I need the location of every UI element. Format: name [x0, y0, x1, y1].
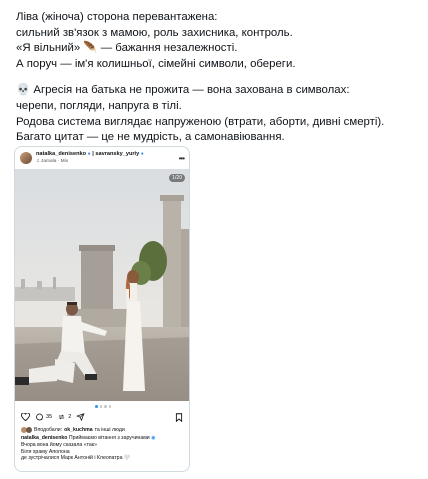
username-separator: | [92, 151, 94, 157]
carousel-dot [104, 405, 107, 408]
caption-username[interactable]: natalka_denisenko [21, 435, 67, 441]
text-line: А поруч — ім'я колишньої, сімейні символ… [16, 57, 296, 70]
post-caption: natalka_denisenko Приймаємо вітання з за… [21, 435, 187, 462]
verified-icon: ● [87, 151, 91, 157]
paragraph-1: Ліва (жіноча) сторона перевантажена: сил… [16, 10, 416, 72]
liked-by-prefix: Вподобали: [34, 427, 63, 433]
save-action[interactable] [175, 412, 183, 422]
post-photo[interactable]: 1/20 [15, 169, 189, 401]
comment-action[interactable]: 35 [35, 413, 52, 421]
liked-by-suffix: та інші люди [94, 427, 125, 433]
photo-illustration [15, 169, 189, 401]
text-line: Багато цитат — це не мудрість, а самонав… [16, 131, 285, 144]
text-line: «Я вільний» 🪶 — бажання незалежності. [16, 42, 238, 55]
send-icon[interactable] [76, 413, 85, 421]
like-action[interactable] [21, 413, 30, 421]
caption-first-line: natalka_denisenko Приймаємо вітання з за… [21, 435, 187, 442]
share-action[interactable] [76, 413, 85, 421]
embed-header: natalka_denisenko ● | savransky_yuriy ● … [15, 147, 189, 169]
liked-by: Вподобали: ok_kuchma та інші люди [21, 427, 125, 433]
text-line: 💀 Агресія на батька не прожита — вона за… [16, 84, 350, 97]
author-line: natalka_denisenko ● | savransky_yuriy ● [36, 151, 144, 158]
repost-count: 2 [68, 414, 72, 420]
verified-icon: ● [140, 151, 144, 157]
text-line: Родова система виглядає напруженою (втра… [16, 115, 385, 128]
instagram-embed[interactable]: natalka_denisenko ● | savransky_yuriy ● … [14, 146, 190, 472]
carousel-dots [15, 405, 189, 408]
heart-icon[interactable] [21, 413, 30, 421]
text-line: сильний зв'язок з мамою, роль захисника,… [16, 26, 293, 39]
liker-avatar [26, 427, 32, 433]
author-names: natalka_denisenko ● | savransky_yuriy ● … [36, 151, 144, 165]
avatar[interactable] [20, 152, 32, 164]
paragraph-2: 💀 Агресія на батька не прожита — вона за… [16, 83, 416, 145]
liked-by-user[interactable]: ok_kuchma [64, 427, 93, 433]
caption-text: Приймаємо вітання з заручинами [68, 435, 150, 441]
repost-icon[interactable] [57, 413, 66, 421]
globe-icon: ◉ [151, 435, 156, 441]
caption-line: Вчора вона йому сказала «так» [21, 441, 97, 448]
comment-icon[interactable] [35, 413, 44, 421]
carousel-dot [95, 405, 98, 408]
comment-count: 35 [46, 414, 53, 420]
carousel-dot [99, 405, 102, 408]
carousel-dot [108, 405, 111, 408]
caption-line: де зустрічалися Марк Антоній і Клеопатра… [21, 455, 131, 462]
text-line: Ліва (жіноча) сторона перевантажена: [16, 11, 218, 23]
music-label[interactable]: ♫ Jamala · Mix [36, 158, 144, 165]
post-text: Ліва (жіноча) сторона перевантажена: сил… [16, 10, 416, 157]
username-link[interactable]: savransky_yuriy [95, 151, 139, 157]
repost-action[interactable]: 2 [57, 413, 71, 421]
ellipsis-icon[interactable]: ••• [179, 154, 185, 163]
bookmark-icon[interactable] [175, 412, 183, 422]
text-line: черепи, погляди, напруга в тілі. [16, 99, 182, 112]
action-bar: 35 2 [21, 411, 183, 423]
username-link[interactable]: natalka_denisenko [36, 151, 86, 157]
photo-counter: 1/20 [169, 174, 185, 182]
